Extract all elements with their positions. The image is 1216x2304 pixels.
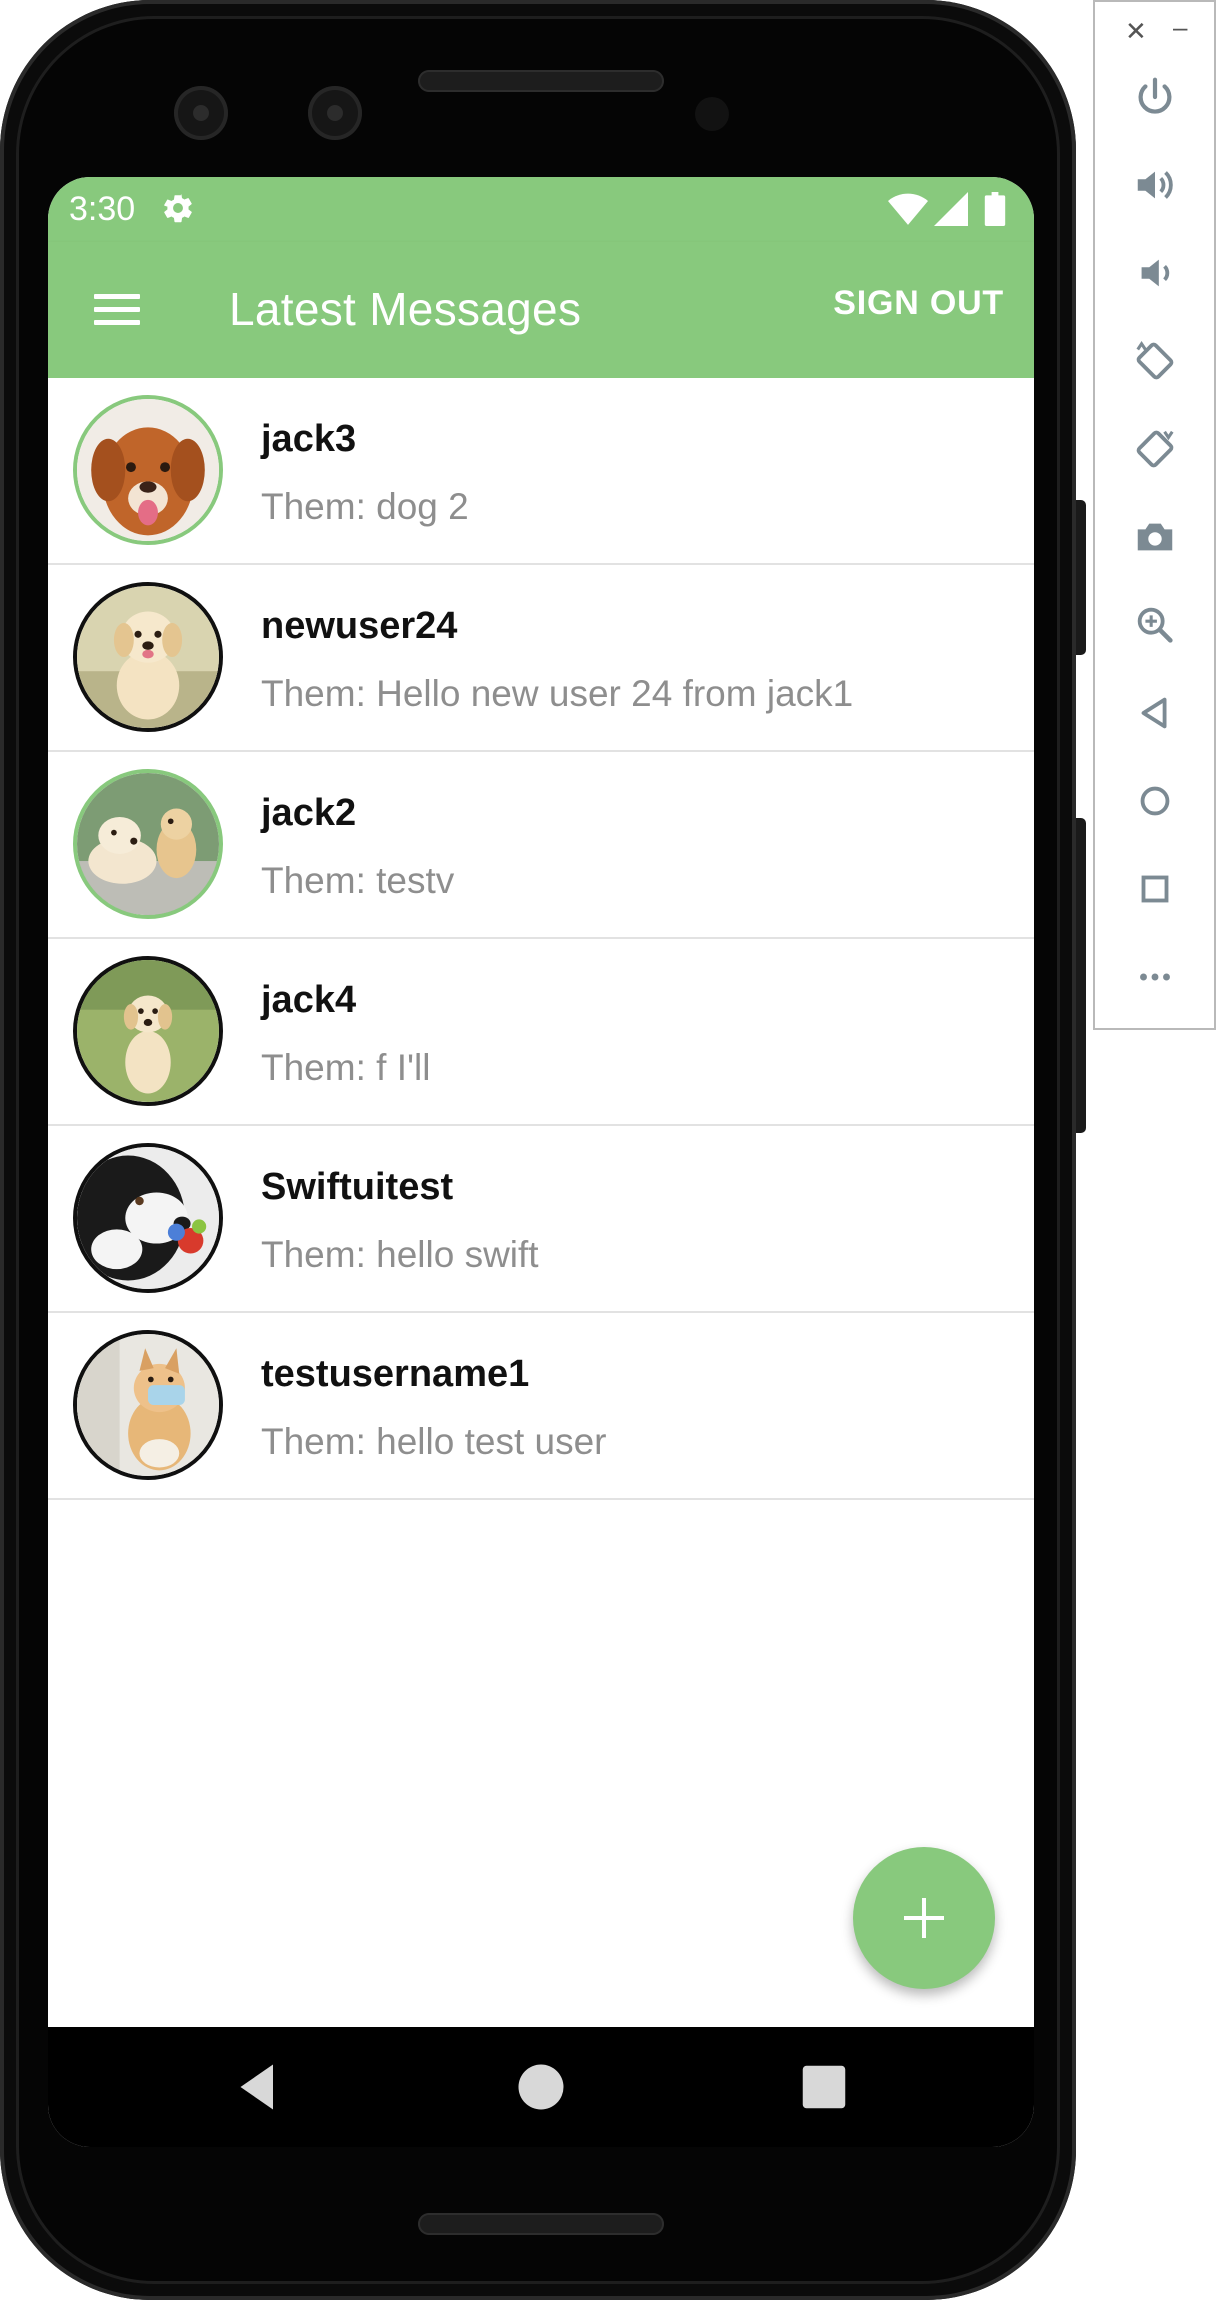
hamburger-menu-icon[interactable] [86,281,148,337]
back-icon[interactable] [1095,670,1214,756]
sign-out-button[interactable]: SIGN OUT [833,284,1004,323]
emulator-controls-panel: ✕ – [1093,0,1216,1030]
avatar [73,1143,223,1293]
status-bar: 3:30 [48,177,1034,242]
app-bar: Latest Messages SIGN OUT [48,242,1034,378]
more-icon[interactable] [1095,934,1214,1020]
home-icon[interactable] [511,2057,571,2117]
dog-avatar-golden-puppy-running [77,586,219,728]
conversation-name: jack4 [261,979,357,1021]
front-camera-icon [174,86,228,140]
power-side-button [1076,500,1086,655]
avatar [73,1330,223,1480]
message-preview: Them: dog 2 [261,486,469,527]
volume-up-icon[interactable] [1095,142,1214,228]
front-camera-icon [308,86,362,140]
page-title: Latest Messages [229,283,582,335]
conversation-list: jack3 Them: dog 2 newuser24 Them: Hello … [48,378,1034,1500]
rotate-left-icon[interactable] [1095,318,1214,404]
message-preview: Them: Hello new user 24 from jack1 [261,673,854,714]
list-item[interactable]: jack2 Them: testv [48,752,1034,939]
bottom-speaker [418,2213,664,2235]
list-item[interactable]: newuser24 Them: Hello new user 24 from j… [48,565,1034,752]
status-icons [888,192,1018,226]
message-preview: Them: testv [261,860,455,901]
avatar [73,395,223,545]
conversation-name: jack3 [261,418,357,460]
wifi-icon [888,193,928,225]
overview-icon[interactable] [1095,846,1214,932]
message-preview: Them: hello test user [261,1421,607,1462]
message-preview: Them: f I'll [261,1047,431,1088]
dog-avatar-two-golden-puppies [77,773,219,915]
earpiece-speaker [418,70,664,92]
conversation-name: newuser24 [261,605,458,647]
power-icon[interactable] [1095,54,1214,140]
zoom-icon[interactable] [1095,582,1214,668]
overview-icon[interactable] [794,2057,854,2117]
settings-gear-icon [164,194,192,223]
home-icon[interactable] [1095,758,1214,844]
conversation-name: jack2 [261,792,357,834]
volume-side-button [1076,818,1086,1133]
dog-avatar-retriever-red [77,399,219,541]
status-time: 3:30 [69,190,136,228]
cellular-signal-icon [934,192,968,226]
phone-frame: 3:30 Latest Messages SIGN OUT jack3 Them… [0,0,1076,2300]
message-preview: Them: hello swift [261,1234,539,1275]
system-navigation-bar [48,2027,1034,2147]
list-item[interactable]: testusername1 Them: hello test user [48,1313,1034,1500]
close-icon[interactable]: ✕ [1125,16,1147,47]
camera-icon[interactable] [1095,494,1214,580]
emulator-window: 3:30 Latest Messages SIGN OUT jack3 Them… [0,0,1216,2304]
conversation-name: testusername1 [261,1353,530,1395]
list-item[interactable]: jack4 Them: f I'll [48,939,1034,1126]
dog-avatar-golden-puppy-grass [77,960,219,1102]
avatar [73,956,223,1106]
volume-down-icon[interactable] [1095,230,1214,316]
avatar [73,582,223,732]
dog-avatar-border-collie-ball [77,1147,219,1289]
device-screen: 3:30 Latest Messages SIGN OUT jack3 Them… [48,177,1034,2147]
dog-avatar-pomeranian-mask [77,1334,219,1476]
new-message-button[interactable] [853,1847,995,1989]
avatar [73,769,223,919]
conversation-name: Swiftuitest [261,1166,454,1208]
battery-icon [984,192,1006,226]
back-icon[interactable] [228,2057,288,2117]
list-item[interactable]: Swiftuitest Them: hello swift [48,1126,1034,1313]
plus-icon [904,1898,944,1938]
proximity-sensor [695,97,729,131]
rotate-right-icon[interactable] [1095,406,1214,492]
list-item[interactable]: jack3 Them: dog 2 [48,378,1034,565]
minimize-icon[interactable]: – [1173,12,1187,43]
